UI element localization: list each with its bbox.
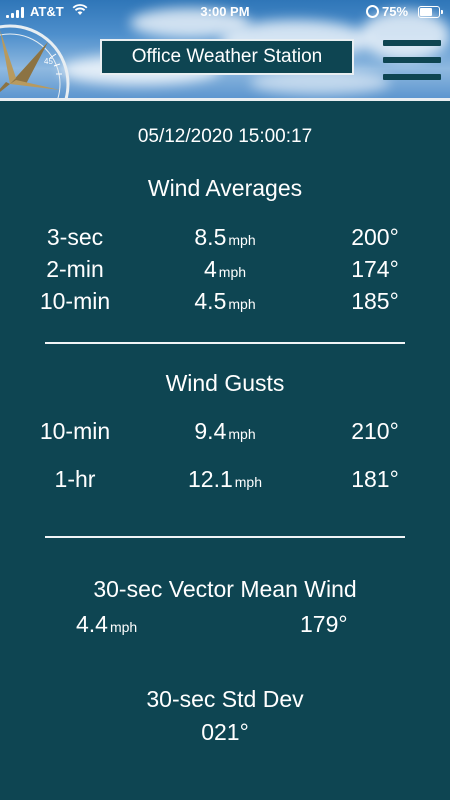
row-label: 2-min	[46, 256, 104, 282]
std-dev-title: 30-sec Std Dev	[146, 686, 304, 712]
alarm-icon	[366, 5, 379, 18]
row-label: 3-sec	[46, 224, 104, 250]
wind-gust-row: 10-min 9.4 mph 210°	[0, 418, 450, 450]
timestamp: 05/12/2020 15:00:17	[137, 126, 313, 147]
vector-mean-speed: 4.4 mph	[76, 611, 138, 637]
section-divider	[45, 342, 405, 344]
vector-mean-title: 30-sec Vector Mean Wind	[93, 576, 357, 602]
battery-icon	[418, 6, 443, 18]
row-label: 1-hr	[54, 466, 96, 492]
section-divider	[45, 536, 405, 538]
row-direction: 181°	[351, 466, 399, 492]
row-speed: 4.5 mph	[194, 288, 256, 314]
vector-mean-direction: 179°	[300, 611, 348, 637]
wind-averages-title: Wind Averages	[147, 175, 303, 201]
compass-logo: 45	[0, 24, 70, 98]
wind-average-row: 2-min 4 mph 174°	[0, 256, 450, 288]
compass-degree-label: 45	[44, 57, 53, 66]
speed-unit: mph	[109, 619, 138, 635]
header-banner: AT&T 3:00 PM 75% 45 Office Weather Stati…	[0, 0, 450, 98]
row-speed: 4 mph	[203, 256, 247, 282]
speed-unit: mph	[228, 296, 256, 312]
wind-gusts-title: Wind Gusts	[165, 370, 285, 396]
row-direction: 200°	[351, 224, 399, 250]
hamburger-menu-icon[interactable]	[383, 40, 441, 80]
row-speed: 9.4 mph	[194, 418, 256, 444]
row-direction: 185°	[351, 288, 399, 314]
wind-average-row: 10-min 4.5 mph 185°	[0, 288, 450, 320]
speed-unit: mph	[228, 426, 256, 442]
header-divider	[0, 98, 450, 101]
battery-percent: 75%	[382, 4, 409, 19]
speed-unit: mph	[228, 232, 256, 248]
wind-average-row: 3-sec 8.5 mph 200°	[0, 224, 450, 256]
page-title: Office Weather Station	[100, 39, 354, 75]
speed-unit: mph	[234, 474, 262, 490]
speed-unit: mph	[218, 264, 247, 280]
row-speed: 8.5 mph	[194, 224, 256, 250]
row-direction: 174°	[351, 256, 399, 282]
row-label: 10-min	[39, 288, 111, 314]
row-direction: 210°	[351, 418, 399, 444]
row-speed: 12.1 mph	[188, 466, 262, 492]
wind-gust-row: 1-hr 12.1 mph 181°	[0, 466, 450, 498]
status-bar: AT&T 3:00 PM 75%	[0, 0, 450, 24]
std-dev-value: 021°	[201, 719, 249, 745]
row-label: 10-min	[39, 418, 111, 444]
